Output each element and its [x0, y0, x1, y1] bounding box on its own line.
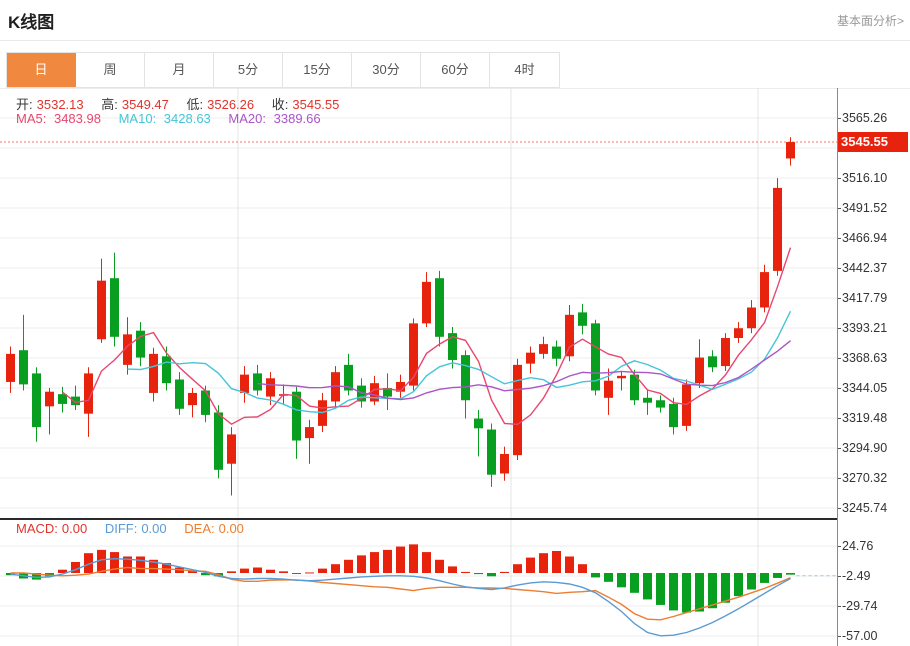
price-axis-label: 3565.26 — [842, 110, 887, 126]
low-value: 3526.26 — [207, 97, 254, 112]
macd-axis-label: -2.49 — [842, 568, 871, 584]
diff-value: 0.00 — [141, 521, 166, 536]
macd-chart[interactable] — [0, 518, 837, 646]
macd-label: MACD: — [16, 521, 58, 536]
header-divider — [0, 40, 910, 41]
ma5-value: 3483.98 — [54, 111, 101, 126]
dea-value: 0.00 — [219, 521, 244, 536]
current-price-tag: 3545.55 — [838, 132, 908, 152]
price-axis-label: 3344.05 — [842, 380, 887, 396]
tab-0[interactable]: 日 — [7, 53, 76, 87]
tab-6[interactable]: 60分 — [421, 53, 490, 87]
ma10-value: 3428.63 — [164, 111, 211, 126]
fundamental-analysis-link[interactable]: 基本面分析> — [837, 12, 904, 29]
macd-axis-label: 24.76 — [842, 538, 873, 554]
close-label: 收: — [272, 97, 289, 112]
ma-legend: MA5: 3483.98 MA10: 3428.63 MA20: 3389.66 — [16, 111, 335, 126]
price-axis-label: 3466.94 — [842, 230, 887, 246]
tab-4[interactable]: 15分 — [283, 53, 352, 87]
high-label: 高: — [101, 97, 118, 112]
price-axis-label: 3245.74 — [842, 500, 887, 516]
ma10-label: MA10: — [119, 111, 157, 126]
panel-divider — [0, 518, 837, 520]
ma20-value: 3389.66 — [274, 111, 321, 126]
macd-axis-label: -29.74 — [842, 598, 877, 614]
open-label: 开: — [16, 97, 33, 112]
price-axis-label: 3417.79 — [842, 290, 887, 306]
diff-label: DIFF: — [105, 521, 138, 536]
macd-legend: MACD:0.00 DIFF:0.00 DEA:0.00 — [16, 521, 258, 536]
low-label: 低: — [187, 97, 204, 112]
candlestick-chart[interactable] — [0, 88, 837, 518]
tab-2[interactable]: 月 — [145, 53, 214, 87]
y-axis-line — [837, 88, 838, 646]
price-axis-label: 3516.10 — [842, 170, 887, 186]
price-axis-label: 3270.32 — [842, 470, 887, 486]
ma20-label: MA20: — [228, 111, 266, 126]
price-axis-label: 3368.63 — [842, 350, 887, 366]
high-value: 3549.47 — [122, 97, 169, 112]
close-value: 3545.55 — [292, 97, 339, 112]
price-axis-label: 3442.37 — [842, 260, 887, 276]
price-axis-label: 3491.52 — [842, 200, 887, 216]
price-axis-label: 3319.48 — [842, 410, 887, 426]
period-tab-bar: 日周月5分15分30分60分4时 — [6, 52, 560, 88]
price-axis-label: 3393.21 — [842, 320, 887, 336]
macd-value: 0.00 — [62, 521, 87, 536]
tab-3[interactable]: 5分 — [214, 53, 283, 87]
kline-chart-panel: K线图 基本面分析> 日周月5分15分30分60分4时 开: 3532.13 高:… — [0, 0, 910, 646]
page-title: K线图 — [8, 8, 54, 33]
price-axis-label: 3294.90 — [842, 440, 887, 456]
dea-label: DEA: — [184, 521, 214, 536]
tab-1[interactable]: 周 — [76, 53, 145, 87]
open-value: 3532.13 — [37, 97, 84, 112]
ma5-label: MA5: — [16, 111, 46, 126]
macd-axis-label: -57.00 — [842, 628, 877, 644]
tab-5[interactable]: 30分 — [352, 53, 421, 87]
tab-7[interactable]: 4时 — [490, 53, 559, 87]
